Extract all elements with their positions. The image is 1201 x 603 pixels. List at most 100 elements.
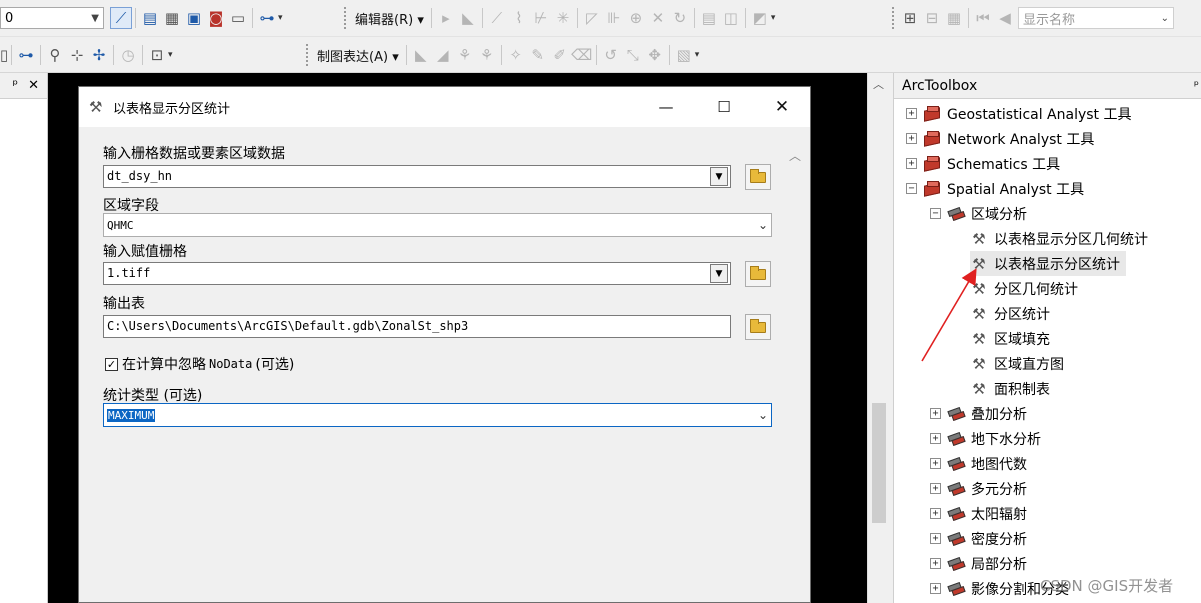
- find-route-icon[interactable]: ⊹: [66, 44, 88, 66]
- ignore-nodata-checkbox-row[interactable]: ✓ 在计算中忽略 NoData (可选): [105, 354, 294, 374]
- toolbar-grip[interactable]: [306, 44, 309, 66]
- output-table-field[interactable]: C:\Users\Documents\ArcGIS\Default.gdb\Zo…: [103, 315, 731, 338]
- scale-combo[interactable]: 0 ▼: [0, 7, 104, 29]
- label-manager-icon[interactable]: ⊞: [899, 7, 921, 29]
- minimize-button[interactable]: —: [637, 87, 695, 127]
- toolset-item[interactable]: + 叠加分析: [930, 401, 1027, 426]
- maximize-button[interactable]: ☐: [695, 87, 753, 127]
- input-raster-dropdown[interactable]: ▼: [710, 167, 728, 186]
- close-icon[interactable]: ✕: [28, 78, 39, 93]
- tool-item[interactable]: ⚒ 区域直方图: [970, 351, 1064, 376]
- overflow-icon[interactable]: ▾: [278, 14, 286, 30]
- edit-annotation-icon[interactable]: ◣: [457, 7, 479, 29]
- measure-icon[interactable]: ⊶: [15, 44, 37, 66]
- stat-type-select[interactable]: MAXIMUM ⌄: [103, 403, 772, 427]
- representation-properties-icon[interactable]: ▧: [673, 44, 695, 66]
- tool-item[interactable]: ⚒ 面积制表: [970, 376, 1050, 401]
- toolset-item[interactable]: + 密度分析: [930, 526, 1027, 551]
- toolbar-grip[interactable]: [344, 7, 347, 29]
- select-representation-icon[interactable]: ◣: [410, 44, 432, 66]
- attributes-icon[interactable]: ▤: [698, 7, 720, 29]
- tool-item[interactable]: ⚒ 分区几何统计: [970, 276, 1078, 301]
- toolbox-item[interactable]: + Network Analyst 工具: [906, 126, 1094, 151]
- editor-sketch-icon[interactable]: ⟋: [110, 7, 132, 29]
- overflow-icon[interactable]: ▾: [168, 51, 176, 67]
- edit-vertices-icon[interactable]: ◸: [581, 7, 603, 29]
- toolset-item[interactable]: − 区域分析: [930, 201, 1027, 226]
- previous-icon[interactable]: ◀: [994, 7, 1016, 29]
- collapse-icon[interactable]: −: [930, 208, 941, 219]
- magnifier-window-icon[interactable]: ⊡: [146, 44, 168, 66]
- toolbox-item[interactable]: + Geostatistical Analyst 工具: [906, 101, 1132, 126]
- eraser-icon[interactable]: ⌫: [571, 44, 593, 66]
- edit-tool-icon[interactable]: ▸: [435, 7, 457, 29]
- overflow-icon[interactable]: ▾: [695, 51, 703, 67]
- expand-icon[interactable]: +: [906, 108, 917, 119]
- tool-item[interactable]: ⚒ 分区统计: [970, 301, 1050, 326]
- table-icon[interactable]: ▤: [139, 7, 161, 29]
- expand-icon[interactable]: +: [930, 433, 941, 444]
- model-builder-icon[interactable]: ⊶: [256, 7, 278, 29]
- collapse-icon[interactable]: −: [906, 183, 917, 194]
- move-icon[interactable]: ✥: [644, 44, 666, 66]
- vertical-scrollbar[interactable]: ︿: [867, 73, 889, 603]
- label-weights-icon[interactable]: ▦: [943, 7, 965, 29]
- rep-tool-a-icon[interactable]: ⚘: [454, 44, 476, 66]
- trace-icon[interactable]: ⌇: [508, 7, 530, 29]
- toolbar-grip[interactable]: [892, 7, 895, 29]
- split-icon[interactable]: ✕: [647, 7, 669, 29]
- toolset-item[interactable]: + 多元分析: [930, 476, 1027, 501]
- close-button[interactable]: ✕: [753, 87, 811, 127]
- toolset-item[interactable]: + 局部分析: [930, 551, 1027, 576]
- expand-icon[interactable]: +: [930, 558, 941, 569]
- toolset-item[interactable]: + 太阳辐射: [930, 501, 1027, 526]
- label-priority-icon[interactable]: ⊟: [921, 7, 943, 29]
- pin-icon[interactable]: ᵖ: [13, 78, 19, 93]
- resize-icon[interactable]: ⤡: [622, 44, 644, 66]
- toolbox-item[interactable]: + Schematics 工具: [906, 151, 1060, 176]
- pin-icon[interactable]: ᵖ: [1194, 78, 1199, 92]
- scroll-up-icon[interactable]: ︿: [868, 73, 889, 95]
- first-page-icon[interactable]: ⏮: [972, 7, 994, 29]
- catalog-icon[interactable]: ▦: [161, 7, 183, 29]
- rotate-icon[interactable]: ↺: [600, 44, 622, 66]
- toolbox-item[interactable]: − Spatial Analyst 工具: [906, 176, 1084, 201]
- expand-icon[interactable]: +: [930, 483, 941, 494]
- overflow-icon[interactable]: ▾: [771, 14, 779, 30]
- output-table-browse-button[interactable]: [745, 314, 771, 340]
- rep-tool-b-icon[interactable]: ⚘: [476, 44, 498, 66]
- scrollbar-thumb[interactable]: [872, 403, 886, 523]
- edit-marker-icon[interactable]: ✎: [527, 44, 549, 66]
- expand-icon[interactable]: +: [930, 508, 941, 519]
- time-slider-icon[interactable]: ◷: [117, 44, 139, 66]
- expand-icon[interactable]: +: [930, 533, 941, 544]
- chevron-up-icon[interactable]: ︿: [789, 147, 801, 164]
- input-raster-browse-button[interactable]: [745, 164, 771, 190]
- value-raster-dropdown[interactable]: ▼: [710, 264, 728, 283]
- partial-icon[interactable]: ▯: [0, 44, 8, 66]
- tool-item[interactable]: ⚒ 以表格显示分区几何统计: [970, 226, 1148, 251]
- cut-polygon-icon[interactable]: ⊕: [625, 7, 647, 29]
- value-raster-field[interactable]: 1.tiff: [103, 262, 731, 285]
- rotate-icon[interactable]: ↻: [669, 7, 691, 29]
- label-field-combo[interactable]: 显示名称 ⌄: [1018, 7, 1174, 29]
- editor-menu[interactable]: 编辑器(R) ▾: [351, 9, 428, 28]
- straight-segment-icon[interactable]: ⟋: [486, 7, 508, 29]
- insert-vertex-icon[interactable]: ✧: [505, 44, 527, 66]
- find-icon[interactable]: ⚲: [44, 44, 66, 66]
- input-raster-field[interactable]: dt_dsy_hn: [103, 165, 731, 188]
- tool-item[interactable]: ⚒ 区域填充: [970, 326, 1050, 351]
- expand-icon[interactable]: +: [906, 158, 917, 169]
- sketch-properties-icon[interactable]: ◫: [720, 7, 742, 29]
- value-raster-browse-button[interactable]: [745, 261, 771, 287]
- tool-item[interactable]: ⚒ 以表格显示分区统计: [970, 251, 1126, 276]
- python-window-icon[interactable]: ▭: [227, 7, 249, 29]
- reshape-icon[interactable]: ⊪: [603, 7, 625, 29]
- goto-xy-icon[interactable]: ✢: [88, 44, 110, 66]
- construction-icon[interactable]: ⊬: [530, 7, 552, 29]
- dialog-titlebar[interactable]: ⚒ 以表格显示分区统计 — ☐ ✕: [79, 87, 810, 127]
- direct-select-icon[interactable]: ◢: [432, 44, 454, 66]
- expand-icon[interactable]: +: [906, 133, 917, 144]
- edit-fill-icon[interactable]: ✐: [549, 44, 571, 66]
- zone-field-select[interactable]: QHMC ⌄: [103, 213, 772, 237]
